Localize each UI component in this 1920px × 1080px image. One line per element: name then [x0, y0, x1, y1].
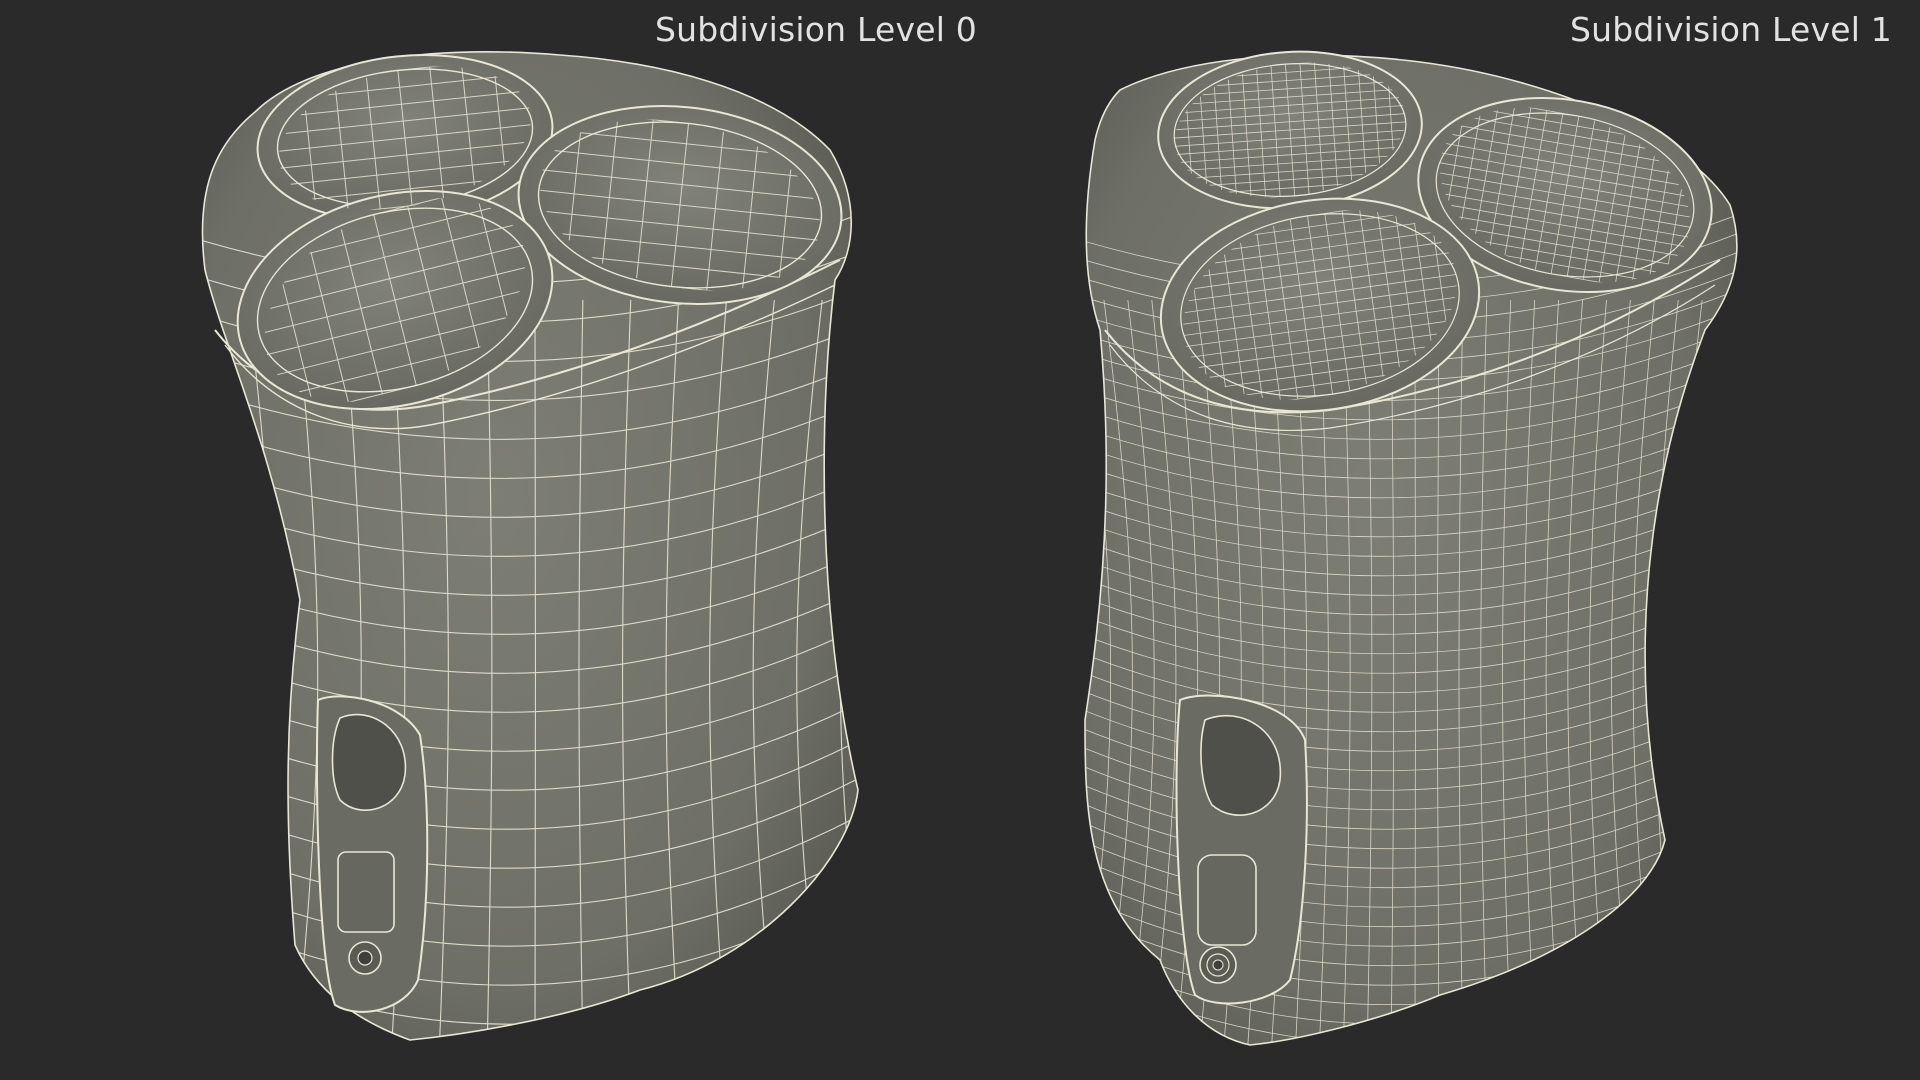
wire-line: [1698, 299, 1727, 1045]
subdivision-level-1-label: Subdivision Level 1: [1570, 10, 1892, 49]
port-panel-right: [1175, 694, 1308, 1005]
wireframe-render: [201, 50, 1738, 1046]
wire-line: [1676, 299, 1703, 1045]
wire-line: [202, 299, 232, 1041]
subdivision-level-0-label: Subdivision Level 0: [655, 10, 977, 49]
port-panel-left: [315, 695, 429, 1013]
render-viewport: Subdivision Level 0 Subdivision Level 1: [0, 0, 1920, 1080]
speaker-model-level-0: [201, 51, 859, 1041]
speaker-model-level-1: [1084, 50, 1738, 1046]
wire-line: [1719, 299, 1737, 1045]
wire-line: [839, 299, 858, 1041]
